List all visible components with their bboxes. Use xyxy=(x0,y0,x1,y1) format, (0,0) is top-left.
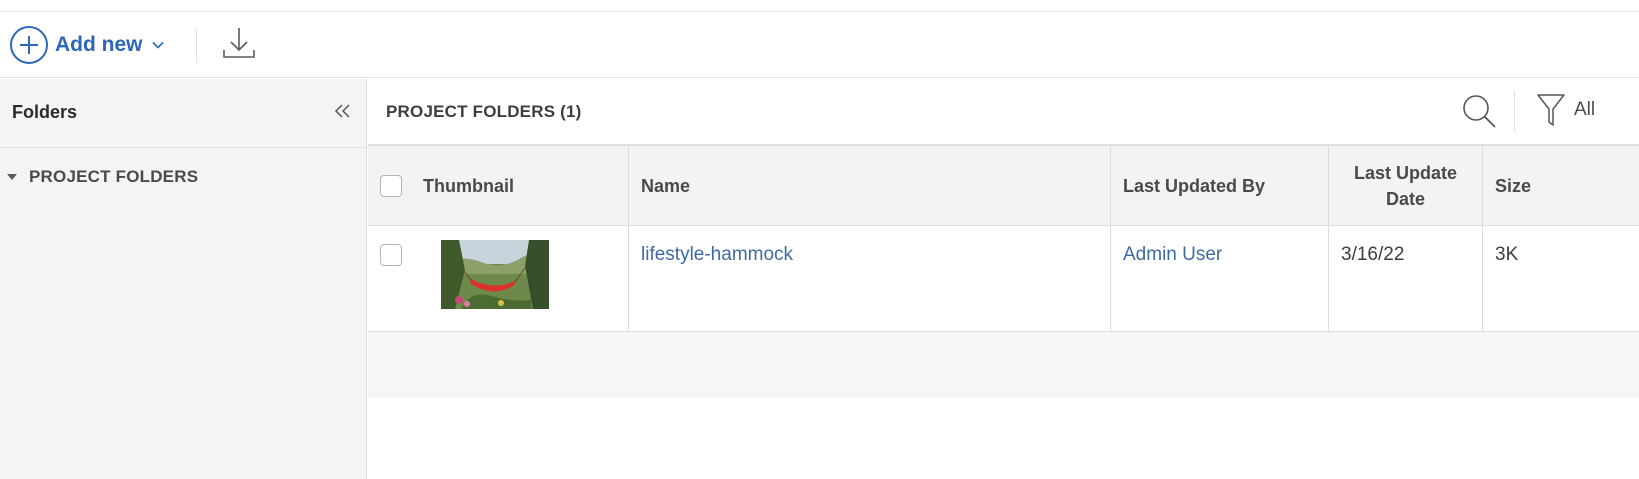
header-divider xyxy=(1514,91,1515,131)
table-row[interactable]: lifestyle-hammock Admin User 3/16/22 3K xyxy=(368,226,1639,332)
download-icon[interactable] xyxy=(220,24,258,64)
main-header: PROJECT FOLDERS (1) All xyxy=(368,79,1639,145)
row-last-update-date: 3/16/22 xyxy=(1341,244,1405,265)
search-icon[interactable] xyxy=(1460,92,1498,130)
row-checkbox[interactable] xyxy=(380,244,402,266)
column-header-name[interactable]: Name xyxy=(641,146,690,226)
column-divider xyxy=(1482,146,1483,226)
double-chevron-left-icon[interactable] xyxy=(330,99,354,123)
column-header-line: Last Update xyxy=(1353,163,1458,183)
row-updated-by-link[interactable]: Admin User xyxy=(1123,244,1222,266)
add-new-button[interactable]: Add new xyxy=(10,26,165,64)
folders-sidebar: Folders PROJECT FOLDERS xyxy=(0,79,367,479)
column-header-size[interactable]: Size xyxy=(1495,146,1531,226)
column-header-last-updated-by[interactable]: Last Updated By xyxy=(1123,146,1265,226)
select-all-checkbox[interactable] xyxy=(380,175,402,197)
column-divider xyxy=(1110,146,1111,226)
row-size: 3K xyxy=(1495,244,1519,265)
tree-item-label: PROJECT FOLDERS xyxy=(29,167,199,186)
toolbar: Add new xyxy=(0,12,1639,78)
empty-row xyxy=(368,332,1639,398)
add-new-label: Add new xyxy=(55,33,143,56)
plus-circle-icon xyxy=(10,26,48,64)
column-divider xyxy=(1482,226,1483,331)
filter-icon xyxy=(1537,94,1565,126)
main-panel: PROJECT FOLDERS (1) All Thumbnail Name L… xyxy=(368,79,1639,479)
column-header-last-update-date[interactable]: Last Update Date xyxy=(1329,146,1482,226)
row-name-link[interactable]: lifestyle-hammock xyxy=(641,244,793,266)
column-divider xyxy=(1110,226,1111,331)
column-divider xyxy=(1328,226,1329,331)
sidebar-header: Folders xyxy=(0,79,366,148)
caret-down-icon[interactable] xyxy=(5,170,19,184)
filter-label: All xyxy=(1574,99,1596,120)
toolbar-divider xyxy=(196,29,197,63)
filter-button[interactable]: All xyxy=(1536,92,1595,128)
table-header: Thumbnail Name Last Updated By Last Upda… xyxy=(368,145,1639,226)
folders-table: Thumbnail Name Last Updated By Last Upda… xyxy=(368,145,1639,398)
settings-icon[interactable] xyxy=(1632,100,1639,122)
top-strip xyxy=(0,0,1639,12)
column-divider xyxy=(628,226,629,331)
column-header-thumbnail[interactable]: Thumbnail xyxy=(423,146,514,226)
page-title: PROJECT FOLDERS (1) xyxy=(386,102,582,121)
column-divider xyxy=(628,146,629,226)
sidebar-title: Folders xyxy=(12,102,78,122)
select-all-cell xyxy=(380,146,402,226)
tree-item-project-folders[interactable]: PROJECT FOLDERS xyxy=(5,167,198,187)
chevron-down-icon xyxy=(151,41,164,49)
thumbnail-image[interactable] xyxy=(441,240,549,309)
column-header-line: Date xyxy=(1385,189,1425,209)
